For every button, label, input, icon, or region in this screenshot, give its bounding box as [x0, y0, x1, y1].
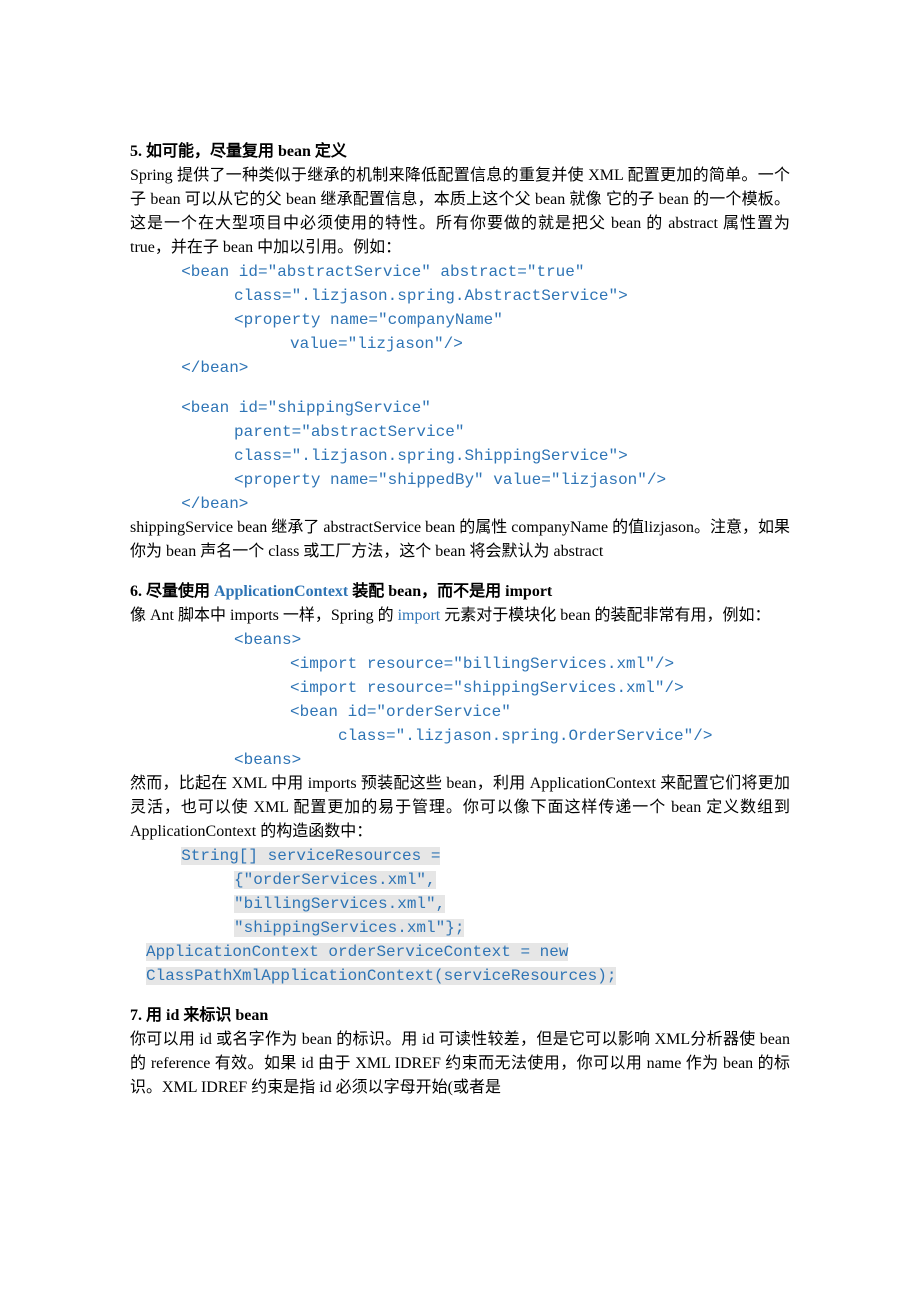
- section7-heading: 7. 用 id 来标识 bean: [130, 1004, 790, 1028]
- section6-paragraph2: 然而，比起在 XML 中用 imports 预装配这些 bean，利用 Appl…: [130, 772, 790, 844]
- section-gap: [130, 988, 790, 1004]
- code-line-highlighted: "shippingServices.xml"};: [130, 916, 790, 940]
- code-line-highlighted: ApplicationContext orderServiceContext =…: [130, 940, 790, 964]
- section6-heading: 6. 尽量使用 ApplicationContext 装配 bean，而不是用 …: [130, 580, 790, 604]
- code-line: <beans>: [130, 628, 790, 652]
- code-line: class=".lizjason.spring.ShippingService"…: [130, 444, 790, 468]
- code-line: <bean id="abstractService" abstract="tru…: [130, 260, 790, 284]
- para-part-c: 元素对于模块化 bean 的装配非常有用，例如：: [440, 607, 770, 624]
- code-line: </bean>: [130, 492, 790, 516]
- code-line: <bean id="orderService": [130, 700, 790, 724]
- code-line-highlighted: String[] serviceResources =: [130, 844, 790, 868]
- section5-paragraph1: Spring 提供了一种类似于继承的机制来降低配置信息的重复并使 XML 配置更…: [130, 164, 790, 260]
- code-line: class=".lizjason.spring.AbstractService"…: [130, 284, 790, 308]
- code-line-highlighted: "billingServices.xml",: [130, 892, 790, 916]
- code-line: <beans>: [130, 748, 790, 772]
- code-line: <import resource="shippingServices.xml"/…: [130, 676, 790, 700]
- code-line: <import resource="billingServices.xml"/>: [130, 652, 790, 676]
- para-inline-link: import: [398, 607, 441, 624]
- heading-part-c: 装配 bean，而不是用 import: [348, 583, 552, 600]
- heading-link: ApplicationContext: [214, 583, 348, 600]
- section7-paragraph1: 你可以用 id 或名字作为 bean 的标识。用 id 可读性较差，但是它可以影…: [130, 1028, 790, 1100]
- code-line: value="lizjason"/>: [130, 332, 790, 356]
- document-page: 5. 如可能，尽量复用 bean 定义 Spring 提供了一种类似于继承的机制…: [0, 0, 920, 1302]
- code-line: parent="abstractService": [130, 420, 790, 444]
- section-gap: [130, 564, 790, 580]
- code-line: <bean id="shippingService": [130, 396, 790, 420]
- blank-line: [130, 380, 790, 396]
- code-line: class=".lizjason.spring.OrderService"/>: [130, 724, 790, 748]
- section6-paragraph1: 像 Ant 脚本中 imports 一样，Spring 的 import 元素对…: [130, 604, 790, 628]
- section5-paragraph2: shippingService bean 继承了 abstractService…: [130, 516, 790, 564]
- code-line-highlighted: {"orderServices.xml",: [130, 868, 790, 892]
- heading-part-a: 6. 尽量使用: [130, 583, 214, 600]
- code-line: <property name="shippedBy" value="lizjas…: [130, 468, 790, 492]
- para-part-a: 像 Ant 脚本中 imports 一样，Spring 的: [130, 607, 398, 624]
- code-line: </bean>: [130, 356, 790, 380]
- code-line-highlighted: ClassPathXmlApplicationContext(serviceRe…: [130, 964, 790, 988]
- section5-heading: 5. 如可能，尽量复用 bean 定义: [130, 140, 790, 164]
- code-line: <property name="companyName": [130, 308, 790, 332]
